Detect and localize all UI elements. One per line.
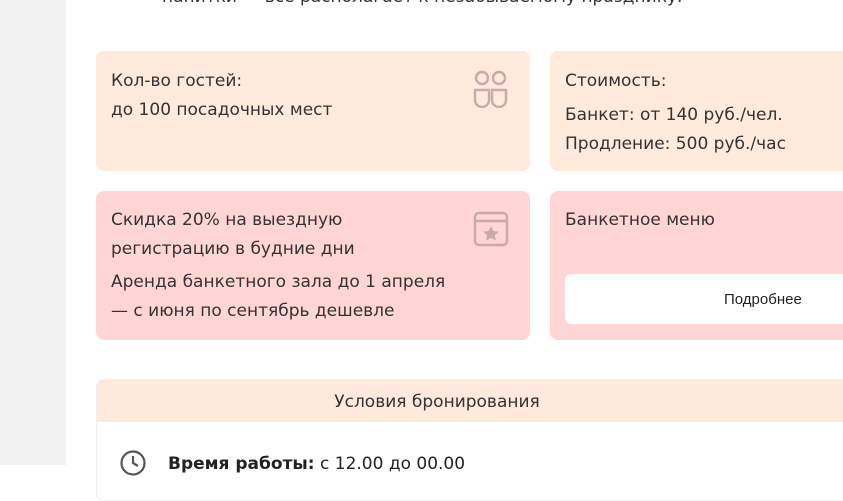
banquet-price: Банкет: от 140 руб./чел. [565,105,783,125]
rent-line-1: Аренда банкетного зала до 1 апреля [111,272,446,292]
price-card: Стоимость: Банкет: от 140 руб./чел. Прод… [550,51,843,171]
banquet-menu-title: Банкетное меню [565,210,715,230]
calendar-star-icon [473,211,509,247]
guests-value: до 100 посадочных мест [111,100,333,120]
discount-card: Скидка 20% на выездную регистрацию в буд… [96,191,530,340]
extension-price: Продление: 500 руб./час [565,134,786,154]
banquet-menu-card: Банкетное меню Подробнее [550,191,843,340]
discount-line-2: регистрацию в будние дни [111,239,355,259]
discount-line-1: Скидка 20% на выездную [111,210,343,230]
booking-conditions-header[interactable]: Условия бронирования [97,380,843,422]
working-hours-value: с 12.00 до 00.00 [314,454,466,474]
guests-card: Кол-во гостей: до 100 посадочных мест [96,51,530,171]
guests-label: Кол-во гостей: [111,71,243,91]
clock-icon [120,450,146,476]
people-icon [473,70,508,108]
intro-text: напитки — все располагает к незабываемом… [162,0,682,9]
booking-conditions-panel: Условия бронирования Время работы: с 12.… [96,379,843,501]
more-details-button[interactable]: Подробнее [565,274,843,324]
rent-line-2: — с июня по сентябрь дешевле [111,301,395,321]
working-hours-text: Время работы: с 12.00 до 00.00 [168,452,465,476]
working-hours-label: Время работы: [168,454,315,474]
price-label: Стоимость: [565,71,667,91]
working-hours-row: Время работы: с 12.00 до 00.00 [97,422,843,482]
left-sidebar-gutter [0,0,67,465]
